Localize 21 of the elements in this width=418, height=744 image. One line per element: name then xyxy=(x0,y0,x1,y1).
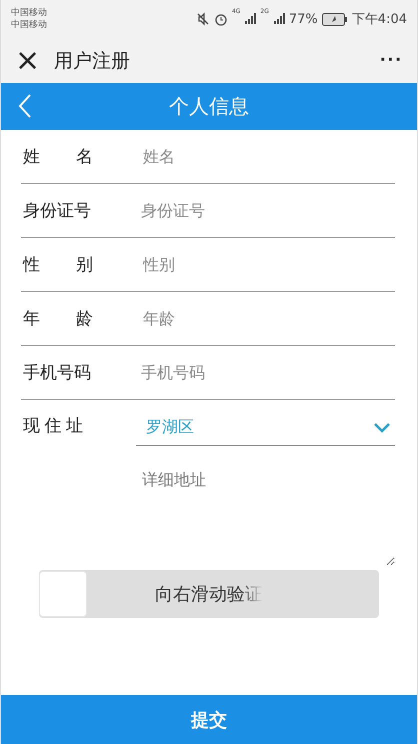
chevron-down-icon xyxy=(373,422,391,434)
field-label: 手机号码 xyxy=(23,362,91,384)
carrier-name: 中国移动 xyxy=(11,20,47,30)
slider-handle[interactable] xyxy=(39,571,87,617)
battery-level: 77% xyxy=(288,12,318,26)
clock-time: 下午4:04 xyxy=(352,11,407,28)
field-label: 年龄 xyxy=(23,308,93,330)
mute-icon xyxy=(196,12,210,26)
field-label: 姓名 xyxy=(23,146,93,168)
battery-icon xyxy=(322,12,348,26)
field-label: 现住址 xyxy=(23,415,83,438)
field-label: 性别 xyxy=(23,254,93,276)
close-button[interactable]: × xyxy=(15,46,40,76)
field-label: 身份证号 xyxy=(23,200,91,222)
header-title: 个人信息 xyxy=(169,93,249,120)
page-title: 用户注册 xyxy=(54,48,132,74)
alarm-icon xyxy=(214,12,228,26)
signal-icon xyxy=(244,13,256,25)
carrier-name: 中国移动 xyxy=(11,8,47,18)
more-button[interactable]: ··· xyxy=(380,49,403,72)
signal-icon xyxy=(272,13,285,25)
